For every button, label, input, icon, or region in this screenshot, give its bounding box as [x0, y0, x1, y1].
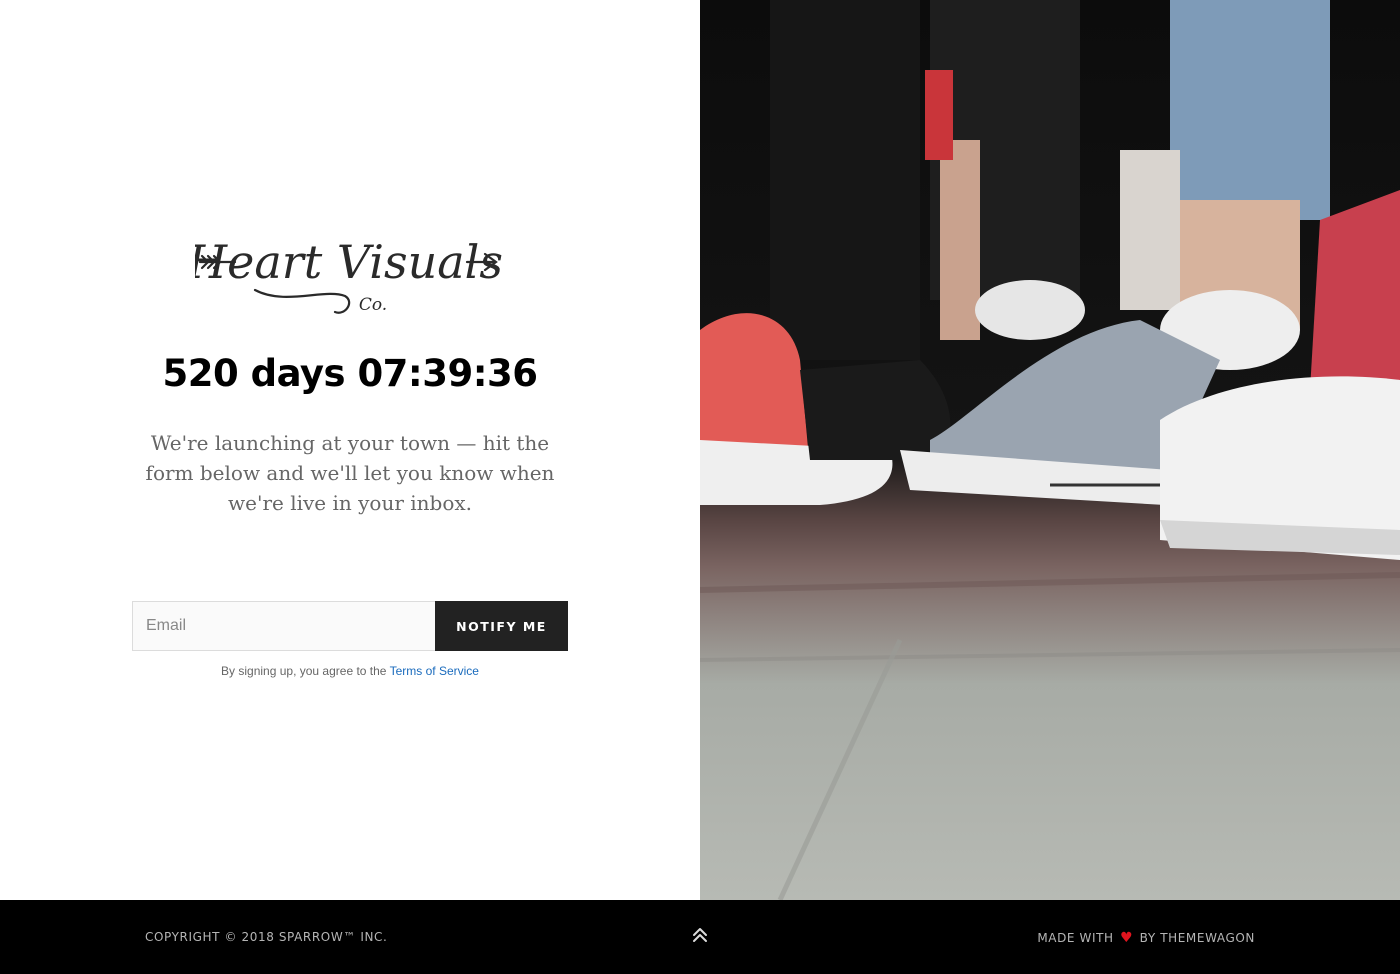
brand-logo: Heart Visuals Co. [195, 218, 505, 323]
terms-prefix: By signing up, you agree to the [221, 664, 387, 678]
sneakers-photo [700, 0, 1400, 900]
copyright-text: COPYRIGHT © 2018 SPARROW™ INC. [145, 930, 388, 944]
double-chevron-up-icon [693, 928, 707, 942]
brand-logo-text: Heart Visuals [195, 235, 503, 289]
tagline: We're launching at your town — hit the f… [145, 431, 555, 515]
brand-logo-graphic: Heart Visuals Co. [195, 235, 503, 315]
made-with-prefix: MADE WITH [1037, 931, 1114, 945]
notify-me-button[interactable]: NOTIFY ME [435, 601, 568, 651]
terms-notice: By signing up, you agree to the Terms of… [0, 664, 700, 678]
site-footer: COPYRIGHT © 2018 SPARROW™ INC. MADE WITH… [0, 900, 1400, 974]
notify-form: NOTIFY ME [132, 601, 568, 651]
email-input[interactable] [132, 601, 435, 651]
signup-panel: Heart Visuals Co. 520 days 07:39:36 We'r… [0, 0, 700, 900]
hero-photo [700, 0, 1400, 900]
made-with-suffix: BY THEMEWAGON [1139, 931, 1255, 945]
scroll-to-top-button[interactable] [690, 925, 710, 945]
coming-soon-page: Heart Visuals Co. 520 days 07:39:36 We'r… [0, 0, 1400, 974]
made-with-credit: MADE WITH ♥ BY THEMEWAGON [1037, 930, 1255, 946]
terms-of-service-link[interactable]: Terms of Service [390, 664, 479, 678]
brand-logo-sub: Co. [359, 295, 387, 315]
heart-icon: ♥ [1120, 930, 1134, 946]
countdown-timer: 520 days 07:39:36 [162, 352, 538, 395]
